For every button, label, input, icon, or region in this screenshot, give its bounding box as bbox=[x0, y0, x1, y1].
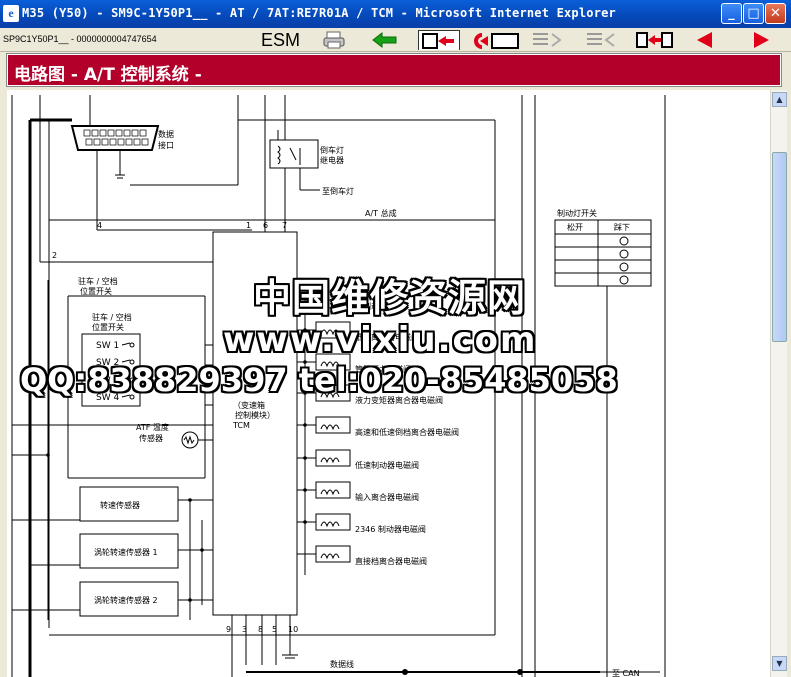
wire-2-label: 2 bbox=[52, 251, 57, 260]
backup-lamp-relay bbox=[269, 139, 319, 169]
data-connector-label-1: 数据 bbox=[158, 129, 174, 139]
list-icon[interactable] bbox=[530, 30, 566, 50]
document-id: SP9C1Y50P1__ - 0000000004747654 bbox=[3, 34, 157, 44]
browser-window: e M35 (Y50) - SM9C-1Y50P1__ - AT / 7AT:R… bbox=[0, 0, 791, 677]
red-next-arrow-icon[interactable] bbox=[750, 30, 772, 50]
turbine-sensor-2-label: 涡轮转速传感器 2 bbox=[94, 595, 158, 605]
scroll-down-arrow-icon[interactable]: ▼ bbox=[772, 656, 787, 671]
tcm-label-3: 控制模块） bbox=[235, 410, 275, 420]
data-connector-label-2: 接口 bbox=[158, 140, 174, 150]
atf-sensor-label-2: 传感器 bbox=[139, 433, 163, 443]
list-back-icon[interactable] bbox=[584, 30, 620, 50]
pin-10-label: 10 bbox=[288, 625, 298, 634]
speed-sensor-label: 转速传感器 bbox=[100, 500, 140, 510]
park-neutral-inner-label-2: 位置开关 bbox=[92, 322, 124, 332]
park-neutral-outer-label-1: 驻车 / 空档 bbox=[78, 276, 118, 286]
atf-sensor-label-1: ATF 温度 bbox=[136, 422, 169, 432]
green-back-arrow-icon[interactable] bbox=[370, 30, 400, 50]
brake-switch-label: 制动灯开关 bbox=[557, 208, 597, 218]
svg-text:数据接口: 数据接口 bbox=[158, 129, 174, 150]
title-bar[interactable]: e M35 (Y50) - SM9C-1Y50P1__ - AT / 7AT:R… bbox=[0, 0, 791, 28]
solenoid-2346-brake-label: 2346 制动器电磁阀 bbox=[355, 524, 426, 534]
park-neutral-outer-label-2: 位置开关 bbox=[80, 286, 112, 296]
backup-relay-label-1: 倒车灯 bbox=[320, 145, 344, 155]
vertical-scrollbar[interactable]: ▲ ▼ bbox=[770, 90, 787, 677]
pages-icon[interactable] bbox=[635, 30, 675, 50]
red-prev-arrow-icon[interactable] bbox=[694, 30, 716, 50]
jump-out-icon[interactable] bbox=[418, 30, 460, 50]
to-backup-lamp-label: 至倒车灯 bbox=[322, 186, 354, 196]
pin-8-label: 8 bbox=[258, 625, 263, 634]
data-connector bbox=[70, 125, 160, 151]
pin-9-label: 9 bbox=[226, 625, 231, 634]
to-can-label: 至 CAN bbox=[612, 669, 640, 677]
page-title: 电路图 - A/T 控制系统 - bbox=[14, 65, 202, 85]
page-banner: 电路图 - A/T 控制系统 - bbox=[6, 53, 782, 87]
pin-1-label: 1 bbox=[246, 221, 251, 230]
pin-6-label: 6 bbox=[263, 221, 268, 230]
scroll-up-arrow-icon[interactable]: ▲ bbox=[772, 92, 787, 107]
jump-in-icon[interactable] bbox=[470, 30, 522, 50]
minimize-button[interactable]: _ bbox=[721, 3, 742, 24]
pin-3-label: 3 bbox=[242, 625, 247, 634]
turbine-sensor-1-label: 涡轮转速传感器 1 bbox=[94, 547, 158, 557]
brake-pressed-label: 踩下 bbox=[614, 222, 630, 232]
close-button[interactable]: ✕ bbox=[765, 3, 786, 24]
watermark-contact: QQ:838829397 tel:020-85485058 bbox=[20, 361, 618, 399]
wire-4-label: 4 bbox=[97, 221, 102, 230]
wiring-diagram-pane: 数据接口 倒车灯 继电器 至倒车灯 A/T 总成 4 2 TCM （变速箱 控制… bbox=[7, 90, 770, 677]
solenoid-low-brake-label: 低速制动器电磁阀 bbox=[355, 460, 419, 470]
watermark-site-name: 中国维修资源网 bbox=[253, 276, 527, 320]
sw1-label: SW 1 bbox=[96, 341, 119, 351]
at-assembly-label: A/T 总成 bbox=[365, 208, 397, 218]
tcm-label-2: （变速箱 bbox=[233, 400, 265, 410]
solenoid-direct-clutch-label: 直接档离合器电磁阀 bbox=[355, 556, 427, 566]
park-neutral-inner-label-1: 驻车 / 空档 bbox=[92, 312, 132, 322]
scrollbar-thumb[interactable] bbox=[772, 152, 787, 342]
esm-toolbar: SP9C1Y50P1__ - 0000000004747654 ESM bbox=[0, 28, 791, 52]
pin-5-label: 5 bbox=[272, 625, 277, 634]
data-line-label: 数据线 bbox=[330, 659, 354, 669]
ie-logo-icon: e bbox=[3, 5, 19, 22]
backup-relay-label-2: 继电器 bbox=[320, 155, 344, 165]
tcm-label-1: TCM bbox=[232, 421, 250, 430]
printer-icon[interactable] bbox=[322, 30, 348, 50]
maximize-button[interactable]: □ bbox=[743, 3, 764, 24]
solenoid-high-low-reverse-label: 高速和低速倒档离合器电磁阀 bbox=[355, 427, 459, 437]
atf-thermistor bbox=[181, 431, 199, 449]
solenoid-input-clutch-label: 输入离合器电磁阀 bbox=[355, 492, 419, 502]
pin-7-label: 7 bbox=[282, 221, 287, 230]
watermark-url: www.vixiu.com bbox=[223, 320, 538, 360]
esm-label: ESM bbox=[261, 30, 301, 50]
window-title: M35 (Y50) - SM9C-1Y50P1__ - AT / 7AT:RE7… bbox=[22, 6, 616, 20]
brake-released-label: 松开 bbox=[567, 222, 583, 232]
